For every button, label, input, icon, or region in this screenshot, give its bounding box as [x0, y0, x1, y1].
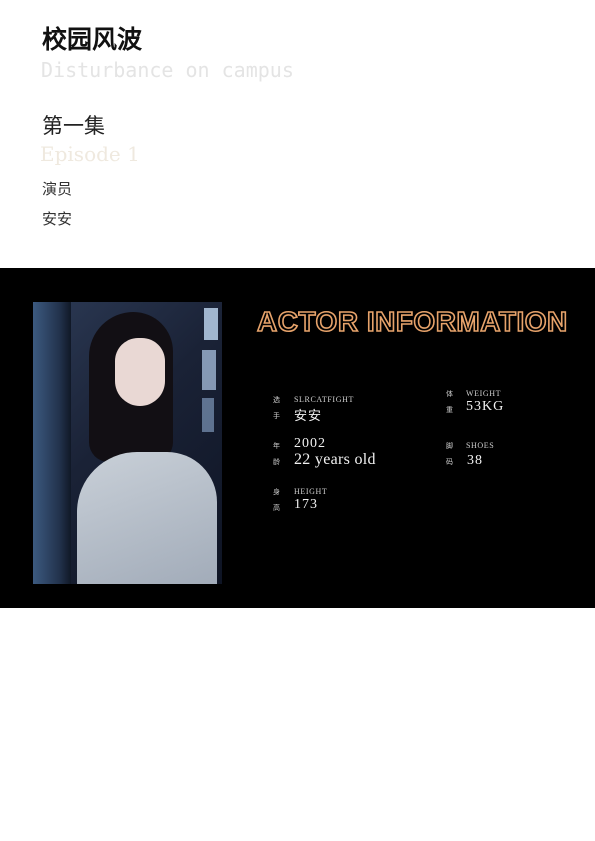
- episode-title: 第一集: [42, 114, 105, 138]
- shoes-cn-bottom: 码: [446, 458, 453, 466]
- weight-cn-top: 体: [446, 390, 453, 398]
- player-value: 安安: [294, 409, 323, 424]
- weight-cn-bottom: 重: [446, 406, 453, 414]
- photo-window: [202, 398, 214, 432]
- age-cn-top: 年: [273, 442, 280, 450]
- weight-cn-label: 体 重: [446, 386, 456, 418]
- height-cn-bottom: 高: [273, 504, 280, 512]
- photo-shirt: [77, 452, 217, 584]
- player-cn-label: 选 手: [273, 392, 283, 424]
- shoes-label: SHOES: [466, 441, 495, 450]
- weight-value: 53KG: [466, 399, 505, 414]
- actor-photo: [33, 302, 222, 584]
- card-headline: ACTOR INFORMATION: [256, 305, 568, 338]
- episode-subtitle: Episode 1: [40, 142, 140, 166]
- weight-label: WEIGHT: [466, 389, 502, 398]
- age-years: 22 years old: [294, 451, 376, 468]
- shoes-cn-label: 脚 码: [446, 438, 456, 470]
- player-label: SLRCATFIGHT: [294, 395, 354, 404]
- page-title: 校园风波: [42, 25, 143, 54]
- player-cn-bottom: 手: [273, 412, 280, 420]
- photo-window: [202, 350, 216, 390]
- actor-info-card: ACTOR INFORMATION 选 手 SLRCATFIGHT 安安 体 重…: [0, 268, 595, 608]
- shoes-value: 38: [467, 453, 483, 468]
- age-birth-year: 2002: [294, 436, 326, 451]
- photo-curtain: [33, 302, 71, 584]
- player-cn-top: 选: [273, 396, 280, 404]
- height-value: 173: [294, 497, 318, 512]
- photo-window: [204, 308, 218, 340]
- height-cn-top: 身: [273, 488, 280, 496]
- age-cn-label: 年 龄: [273, 438, 283, 470]
- age-cn-bottom: 龄: [273, 458, 280, 466]
- cast-label: 演员: [42, 180, 73, 198]
- cast-name: 安安: [42, 210, 73, 228]
- photo-face: [115, 338, 165, 406]
- height-label: HEIGHT: [294, 487, 328, 496]
- height-cn-label: 身 高: [273, 484, 283, 516]
- page-subtitle: Disturbance on campus: [41, 58, 294, 82]
- shoes-cn-top: 脚: [446, 442, 453, 450]
